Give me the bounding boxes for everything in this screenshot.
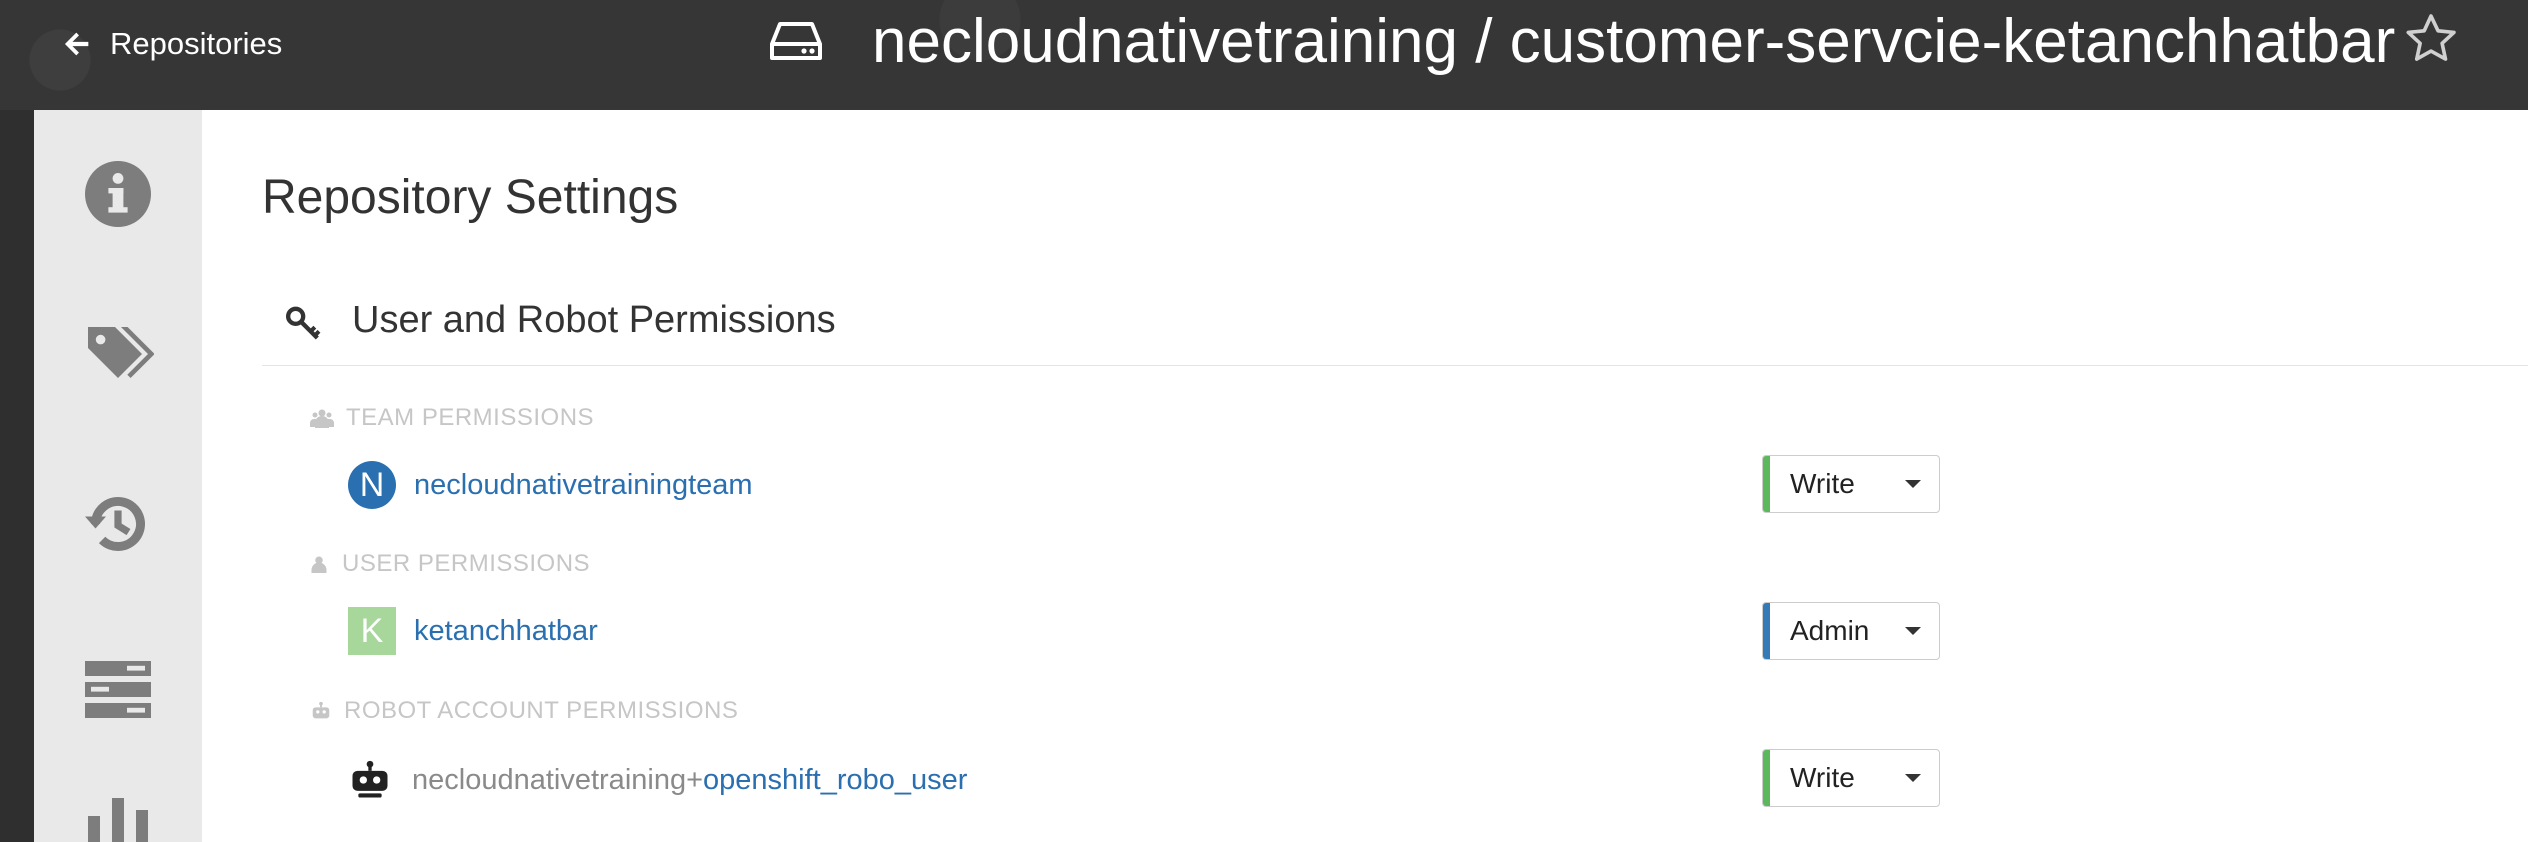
arrow-left-icon [64,32,89,56]
builds-icon [85,661,151,718]
sidebar-item-builds[interactable] [34,618,202,758]
sidebar-item-history[interactable] [34,454,202,594]
team-entry: N necloudnativetrainingteam [348,461,753,509]
hard-drive-icon [770,22,822,60]
back-to-repositories-link[interactable]: Repositories [60,24,282,64]
section-title: User and Robot Permissions [352,299,836,341]
user-name-link[interactable]: ketanchhatbar [414,615,598,648]
robot-icon [352,760,388,798]
history-icon [85,496,145,551]
team-role-dropdown[interactable]: Write [1762,455,1940,513]
user-avatar: K [348,607,396,655]
sidebar-item-tags[interactable] [34,284,202,424]
key-icon [286,306,321,340]
user-permissions-text: USER PERMISSIONS [342,550,591,577]
settings-panel: Repository Settings User and Robot Permi… [34,110,2528,842]
sidebar-item-info[interactable] [34,124,202,264]
star-icon[interactable] [2402,10,2460,68]
chevron-down-icon [1905,480,1921,488]
chart-icon [88,798,148,842]
team-permissions-text: TEAM PERMISSIONS [346,404,595,431]
robot-entry: necloudnativetraining+ openshift_robo_us… [350,760,967,800]
robot-name-link[interactable]: openshift_robo_user [703,764,967,797]
robot-namespace-prefix: necloudnativetraining+ [412,763,704,796]
user-role-value: Admin [1790,615,1870,646]
team-avatar: N [348,461,396,509]
back-label: Repositories [110,26,283,61]
robot-icon [312,701,330,719]
robot-role-value: Write [1790,762,1855,793]
robot-role-dropdown[interactable]: Write [1762,749,1940,807]
chevron-down-icon [1905,627,1921,635]
user-role-indicator [1763,603,1770,659]
user-entry: K ketanchhatbar [348,607,598,655]
users-icon [310,409,334,428]
team-role-indicator [1763,456,1770,512]
permissions-section-header: User and Robot Permissions [262,285,2528,366]
robot-role-indicator [1763,750,1770,806]
repository-title: necloudnativetraining / customer-servcie… [872,7,2396,76]
sidebar-item-usage[interactable] [34,776,202,842]
user-icon [311,556,327,573]
page-title: Repository Settings [262,171,679,224]
team-role-value: Write [1790,468,1855,499]
info-icon [85,161,151,227]
user-permissions-label: USER PERMISSIONS [310,550,590,578]
tags-icon [88,327,154,378]
team-name-link[interactable]: necloudnativetrainingteam [414,469,753,502]
repository-sidebar [34,110,202,842]
team-permissions-label: TEAM PERMISSIONS [310,404,594,432]
chevron-down-icon [1905,774,1921,782]
user-role-dropdown[interactable]: Admin [1762,602,1940,660]
robot-permissions-label: ROBOT ACCOUNT PERMISSIONS [310,697,738,725]
robot-permissions-text: ROBOT ACCOUNT PERMISSIONS [344,697,739,724]
settings-content: Repository Settings User and Robot Permi… [202,110,2528,842]
top-header: Repositories necloudnativetraining / cus… [0,0,2528,110]
